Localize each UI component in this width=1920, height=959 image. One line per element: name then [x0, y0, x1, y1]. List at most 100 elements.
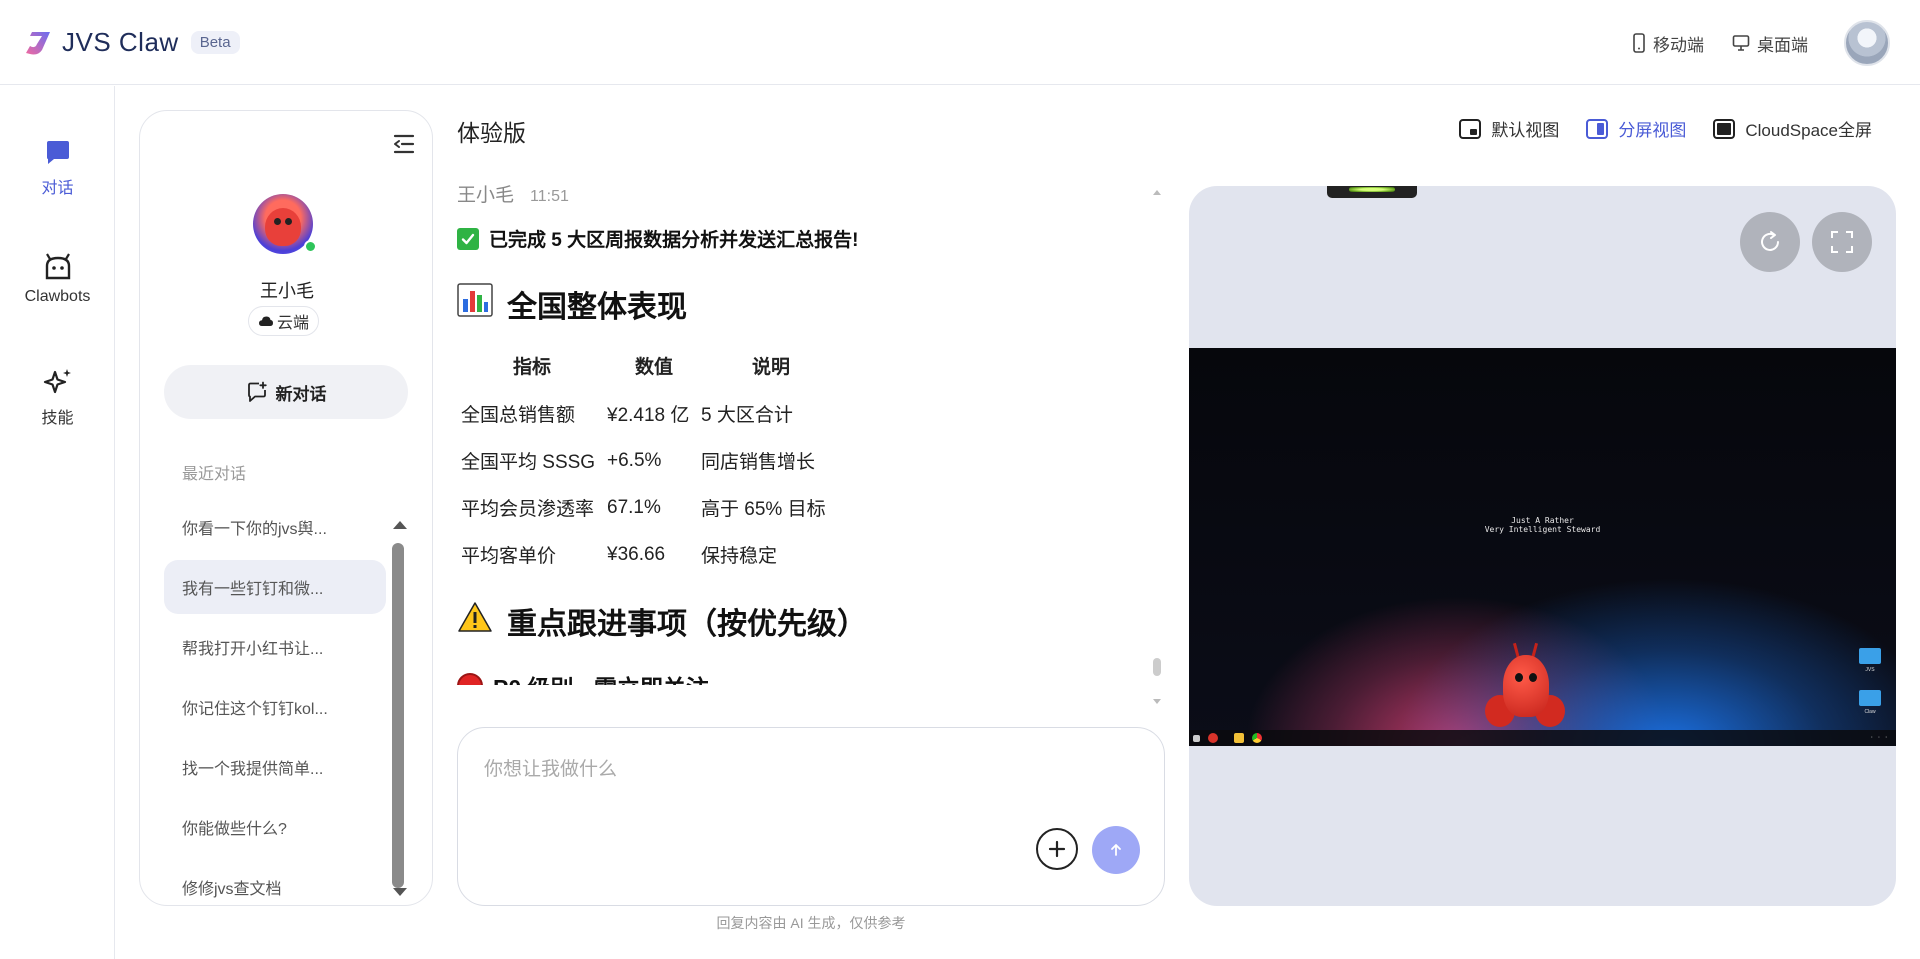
message-header: 王小毛 11:51 — [457, 180, 1157, 207]
desktop-screen-icon[interactable]: Claw — [1857, 690, 1883, 715]
chat-scroll-up[interactable] — [1153, 190, 1161, 195]
cloud-tag: 云端 — [248, 306, 320, 336]
app-name: JVS Claw — [62, 27, 179, 57]
cloud-tag-label: 云端 — [277, 315, 310, 332]
table-cell: 全国平均 SSSG — [461, 452, 596, 473]
page-title: 体验版 — [457, 120, 526, 146]
nav-item-clawbots[interactable]: Clawbots — [0, 252, 115, 306]
start-icon[interactable] — [1193, 734, 1200, 742]
remote-desktop-screen[interactable]: Just A Rather Very Intelligent Steward J… — [1189, 348, 1896, 746]
ai-disclaimer: 回复内容由 AI 生成，仅供参考 — [716, 915, 906, 931]
chat-list-item[interactable]: 帮我打开小红书让... — [164, 620, 386, 674]
composer — [457, 727, 1165, 906]
chat-list-item[interactable]: 修修jvs查文档 — [164, 860, 386, 914]
collapse-panel-button[interactable] — [392, 133, 416, 160]
message-time: 11:51 — [530, 188, 569, 205]
chat-list-scrollbar[interactable] — [392, 521, 407, 896]
table-cell: 同店销售增长 — [701, 452, 816, 473]
metrics-table: 指标 数值 说明 全国总销售额 ¥2.418 亿 5 大区合计 全国平均 SSS… — [457, 352, 841, 579]
default-view-icon — [1459, 118, 1482, 139]
red-circle-icon — [457, 673, 483, 685]
mobile-link[interactable]: 移动端 — [1632, 31, 1704, 56]
cloudspace-panel: Just A Rather Very Intelligent Steward J… — [1189, 186, 1896, 906]
table-header-cell: 数值 — [634, 357, 673, 378]
table-cell: +6.5% — [607, 449, 662, 471]
sparkle-icon — [43, 369, 71, 394]
table-cell: 5 大区合计 — [701, 405, 793, 426]
desktop-label: 桌面端 — [1757, 35, 1808, 55]
top-bar: JVS Claw Beta 移动端 桌面端 — [0, 0, 1920, 85]
table-row: 全国总销售额 ¥2.418 亿 5 大区合计 — [457, 391, 841, 438]
top-actions: 移动端 桌面端 — [1632, 20, 1890, 66]
folder-app-icon[interactable] — [1234, 733, 1244, 743]
new-chat-button[interactable]: 新对话 — [164, 365, 408, 419]
message-sender: 王小毛 — [457, 185, 515, 206]
view-fullscreen[interactable]: CloudSpace全屏 — [1712, 116, 1872, 141]
new-chat-label: 新对话 — [275, 384, 327, 404]
view-split[interactable]: 分屏视图 — [1585, 116, 1686, 141]
view-default[interactable]: 默认视图 — [1458, 116, 1559, 141]
nav-label-skills: 技能 — [41, 410, 74, 427]
screen-caption: Just A Rather Very Intelligent Steward — [1189, 516, 1896, 534]
scroll-down-arrow[interactable] — [393, 888, 407, 896]
online-status-dot — [304, 240, 317, 253]
section-title-followup: 重点跟进事项（按优先级） — [507, 608, 867, 641]
nav-label-clawbots: Clawbots — [24, 288, 91, 305]
jvs-logo-icon — [26, 31, 50, 54]
chat-scroll-down[interactable] — [1153, 699, 1161, 704]
remote-taskbar: · · · — [1189, 730, 1896, 746]
bar-chart-icon — [457, 283, 493, 325]
message-input[interactable] — [484, 754, 1124, 834]
view-split-label: 分屏视图 — [1618, 121, 1687, 140]
cloud-icon — [259, 316, 273, 326]
nav-item-skills[interactable]: 技能 — [0, 366, 115, 428]
table-cell: 保持稳定 — [701, 546, 778, 567]
chat-list-item[interactable]: 你看一下你的jvs舆... — [164, 500, 386, 554]
section-title-overall: 全国整体表现 — [507, 291, 687, 324]
refresh-icon — [1761, 231, 1779, 251]
check-mark-icon — [457, 227, 479, 250]
completion-line: 已完成 5 大区周报数据分析并发送汇总报告! — [457, 225, 1157, 252]
desktop-icon-label: JVS — [1865, 667, 1875, 673]
fullscreen-button[interactable] — [1812, 212, 1872, 272]
send-button[interactable] — [1092, 826, 1140, 874]
chat-scrollbar[interactable] — [1152, 186, 1162, 706]
desktop-folder-icon[interactable]: JVS — [1857, 648, 1883, 673]
nav-item-chat[interactable]: 对话 — [0, 138, 115, 198]
app-logo[interactable]: JVS Claw Beta — [24, 27, 240, 58]
chat-scroll-thumb[interactable] — [1153, 658, 1161, 676]
desktop-icon-label: Claw — [1864, 709, 1876, 715]
chat-list-item-selected[interactable]: 我有一些钉钉和微... — [164, 560, 386, 614]
scroll-up-arrow[interactable] — [393, 521, 407, 529]
table-row: 平均会员渗透率 67.1% 高于 65% 目标 — [457, 485, 841, 532]
chat-list-item[interactable]: 你记住这个钉钉kol... — [164, 680, 386, 734]
desktop-link[interactable]: 桌面端 — [1732, 31, 1808, 56]
chat-list-item[interactable]: 你能做些什么? — [164, 800, 386, 854]
user-avatar[interactable] — [1844, 20, 1890, 66]
lobster-app-icon[interactable] — [1208, 733, 1218, 743]
attach-button[interactable] — [1036, 828, 1078, 870]
arrow-up-icon — [1111, 844, 1121, 856]
refresh-button[interactable] — [1740, 212, 1800, 272]
view-default-label: 默认视图 — [1491, 121, 1560, 140]
collapse-icon — [393, 134, 415, 154]
table-header-row: 指标 数值 说明 — [457, 352, 841, 391]
beta-badge: Beta — [190, 31, 240, 54]
scroll-thumb[interactable] — [392, 543, 404, 888]
section-heading-overall: 全国整体表现 — [457, 282, 1157, 326]
lobster-mascot-image — [1485, 642, 1565, 738]
chat-message-area: 王小毛 11:51 已完成 5 大区周报数据分析并发送汇总报告! 全国整体表现 … — [457, 180, 1157, 685]
p0-text: P0 级别 - 需立即关注 — [493, 669, 709, 685]
desktop-icon — [1732, 35, 1750, 51]
table-cell: 平均客单价 — [461, 546, 557, 567]
split-view-icon — [1586, 118, 1609, 139]
warning-icon — [457, 601, 493, 641]
view-switcher: 默认视图 分屏视图 CloudSpace全屏 — [1432, 116, 1872, 141]
table-row: 全国平均 SSSG +6.5% 同店销售增长 — [457, 438, 841, 485]
table-cell: 高于 65% 目标 — [701, 499, 826, 520]
new-chat-icon — [247, 381, 267, 402]
chrome-app-icon[interactable] — [1252, 733, 1262, 743]
screen-line-1: Just A Rather — [1511, 516, 1574, 525]
chat-list-item[interactable]: 找一个我提供简单... — [164, 740, 386, 794]
mobile-icon — [1633, 33, 1645, 53]
